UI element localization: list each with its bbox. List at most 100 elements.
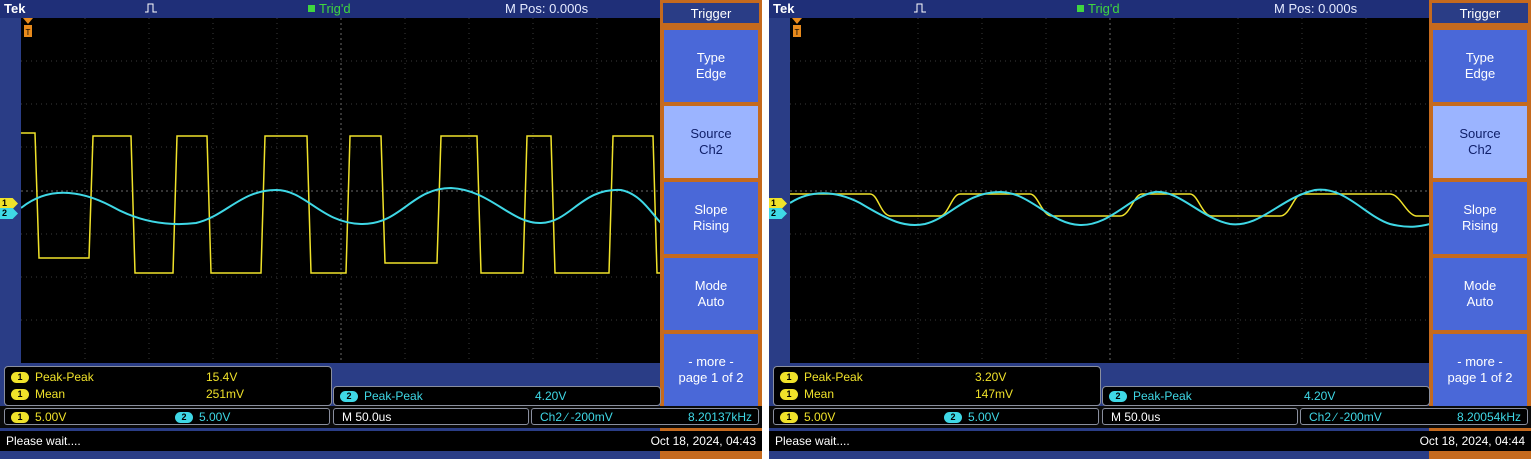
brand-label: Tek	[4, 1, 26, 16]
ch1-measurements: 1 Peak-Peak 3.20V 1 Mean 147mV	[773, 366, 1101, 406]
button-label: Slope	[1463, 202, 1497, 217]
trigger-position-marker-icon: T	[23, 18, 33, 37]
button-value: Edge	[1464, 66, 1496, 81]
graticule	[21, 18, 661, 363]
trigger-state-label: Trig'd	[1088, 1, 1120, 16]
button-value: Edge	[695, 66, 727, 81]
channel-scale-box: 1 5.00V 2 5.00V	[773, 408, 1099, 425]
button-value: Auto	[697, 294, 725, 309]
measurement-row: 1 Mean 147mV	[780, 386, 1013, 402]
waveform-display: T	[790, 18, 1430, 363]
trigger-slope-button[interactable]: Slope Rising	[1433, 182, 1527, 254]
ch2-badge-icon: 2	[1109, 391, 1127, 402]
measurement-label: Peak-Peak	[35, 370, 94, 384]
measurement-value: 3.20V	[975, 370, 1007, 384]
ch2-ground-marker-icon: 2	[0, 208, 18, 219]
button-label: Type	[696, 50, 726, 65]
button-value: Rising	[692, 218, 730, 233]
ch2-measurements: 2 Peak-Peak 4.20V	[1102, 386, 1430, 406]
ch2-badge-icon: 2	[340, 391, 358, 402]
ch1-badge-icon: 1	[780, 412, 798, 423]
measurement-label: Peak-Peak	[364, 389, 423, 403]
menu-title: Trigger	[1432, 3, 1528, 23]
trigger-source-button[interactable]: Source Ch2	[664, 106, 758, 178]
pulse-icon	[914, 3, 926, 13]
ch1-scale-value: 5.00V	[804, 410, 836, 424]
status-message: Please wait....	[775, 434, 850, 448]
ch1-scale: 1 5.00V	[780, 409, 835, 426]
graticule	[790, 18, 1430, 363]
button-value: Auto	[1466, 294, 1494, 309]
trigger-state: Trig'd	[1077, 1, 1120, 16]
button-label: Source	[1459, 126, 1501, 141]
brand-label: Tek	[773, 1, 795, 16]
button-label: - more -	[1457, 354, 1503, 369]
status-message: Please wait....	[6, 434, 81, 448]
ch1-badge-icon: 1	[11, 412, 29, 423]
button-label: Type	[1465, 50, 1495, 65]
datetime: Oct 18, 2024, 04:43	[650, 434, 756, 448]
measurement-value: 4.20V	[1304, 389, 1336, 403]
measurement-row: 1 Peak-Peak 15.4V	[11, 369, 237, 385]
more-page-button[interactable]: - more - page 1 of 2	[664, 334, 758, 406]
trigger-mode-button[interactable]: Mode Auto	[1433, 258, 1527, 330]
status-bar: Tek Trig'd M Pos: 0.000s	[0, 0, 660, 18]
button-value: page 1 of 2	[678, 370, 744, 385]
trigger-type-button[interactable]: Type Edge	[664, 30, 758, 102]
trigger-slope-button[interactable]: Slope Rising	[664, 182, 758, 254]
ch1-badge-icon: 1	[780, 389, 798, 400]
button-label: Slope	[694, 202, 728, 217]
channel-scale-box: 1 5.00V 2 5.00V	[4, 408, 330, 425]
m-pos-readout: M Pos: 0.000s	[1274, 1, 1358, 16]
ch1-badge-icon: 1	[11, 389, 29, 400]
status-bar: Tek Trig'd M Pos: 0.000s	[769, 0, 1429, 18]
channel-readout-bar: 1 5.00V 2 5.00V M 50.0us Ch2 ∕ -200mV 8.20…	[0, 406, 762, 428]
button-label: - more -	[688, 354, 734, 369]
timebase-readout: M 50.0us	[333, 408, 529, 425]
trigger-dot-icon	[1077, 5, 1084, 12]
measurement-row: 1 Mean 251mV	[11, 386, 244, 402]
ch2-scale-value: 5.00V	[968, 410, 1000, 424]
trigger-mode-button[interactable]: Mode Auto	[664, 258, 758, 330]
trigger-position-marker-icon: T	[792, 18, 802, 37]
measurement-value: 4.20V	[535, 389, 567, 403]
ch2-badge-icon: 2	[944, 412, 962, 423]
trigger-menu: Trigger Type Edge Source Ch2 Slope Rising M…	[1429, 0, 1531, 459]
ch1-badge-icon: 1	[780, 372, 798, 383]
trigger-state: Trig'd	[308, 1, 351, 16]
button-value: Ch2	[1468, 142, 1492, 157]
frequency-readout: 8.20137kHz	[687, 410, 752, 424]
measurement-value: 15.4V	[206, 370, 238, 384]
channel-readout-bar: 1 5.00V 2 5.00V M 50.0us Ch2 ∕ -200mV 8.20…	[769, 406, 1531, 428]
oscilloscope-screen-1: Tek Trig'd M Pos: 0.000s T 1 2 Trigger T…	[0, 0, 762, 459]
button-value: Ch2	[699, 142, 723, 157]
measurement-label: Mean	[35, 387, 66, 401]
svg-text:T: T	[795, 28, 800, 37]
measurement-row: 2 Peak-Peak 4.20V	[1109, 388, 1335, 404]
measurement-value: 251mV	[206, 387, 245, 401]
measurement-label: Mean	[804, 387, 835, 401]
trigger-source-button[interactable]: Source Ch2	[1433, 106, 1527, 178]
trigger-type-button[interactable]: Type Edge	[1433, 30, 1527, 102]
ch1-ground-marker-icon: 1	[0, 198, 18, 209]
message-bar: Please wait.... Oct 18, 2024, 04:44	[769, 431, 1531, 451]
waveform-svg	[21, 18, 661, 363]
button-value: page 1 of 2	[1447, 370, 1513, 385]
measurement-row: 2 Peak-Peak 4.20V	[340, 388, 566, 404]
oscilloscope-screen-2: Tek Trig'd M Pos: 0.000s T 1 2 Trigger T…	[769, 0, 1531, 459]
trigger-readout: Ch2 ∕ -200mV 8.20137kHz	[531, 408, 759, 425]
measurement-label: Peak-Peak	[1133, 389, 1192, 403]
waveform-display: T	[21, 18, 661, 363]
pulse-icon	[145, 3, 157, 13]
ch2-scale: 2 5.00V	[175, 409, 230, 426]
trigger-menu: Trigger Type Edge Source Ch2 Slope Rising M…	[660, 0, 762, 459]
measurement-value: 147mV	[975, 387, 1014, 401]
ch2-scale: 2 5.00V	[944, 409, 999, 426]
measurement-label: Peak-Peak	[804, 370, 863, 384]
waveform-svg	[790, 18, 1430, 363]
trigger-level: Ch2 ∕ -200mV	[540, 410, 613, 424]
more-page-button[interactable]: - more - page 1 of 2	[1433, 334, 1527, 406]
timebase-readout: M 50.0us	[1102, 408, 1298, 425]
ch1-scale: 1 5.00V	[11, 409, 66, 426]
ch2-scale-value: 5.00V	[199, 410, 231, 424]
